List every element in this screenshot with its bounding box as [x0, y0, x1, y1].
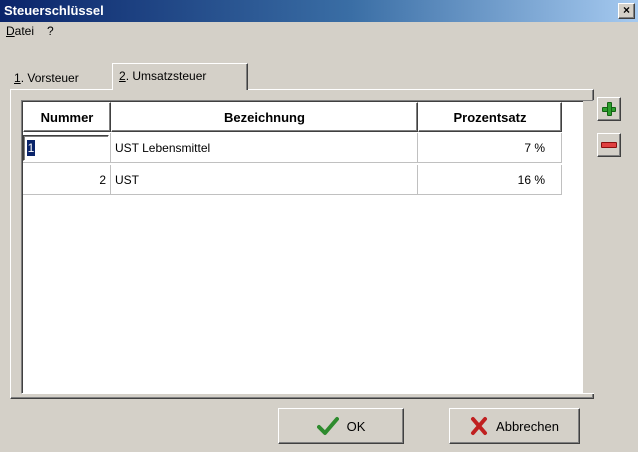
menu-help[interactable]: ? — [47, 24, 54, 38]
menu-datei[interactable]: Datei — [6, 24, 34, 38]
tab-vorsteuer[interactable]: 1. Vorsteuer — [10, 68, 114, 88]
menu-datei-mnemonic: D — [6, 24, 15, 38]
delete-row-button[interactable] — [597, 133, 621, 157]
ok-label: OK — [346, 418, 366, 434]
cancel-label: Abbrechen — [496, 418, 559, 434]
column-header-nummer[interactable]: Nummer — [23, 102, 111, 132]
cancel-button[interactable]: Abbrechen — [449, 408, 580, 444]
window-title: Steuerschlüssel — [4, 3, 104, 18]
close-icon: × — [622, 3, 630, 17]
tab-umsatzsteuer[interactable]: 2. Umsatzsteuer — [112, 63, 248, 90]
column-header-prozentsatz[interactable]: Prozentsatz — [418, 102, 562, 132]
check-icon — [316, 417, 339, 435]
cell-prozentsatz[interactable]: 7 % — [418, 133, 562, 163]
cell-bezeichnung[interactable]: UST Lebensmittel — [111, 133, 418, 163]
cell-nummer[interactable]: 1 — [23, 133, 111, 163]
plus-icon-vertical — [607, 102, 612, 116]
menu-bar: Datei ? — [0, 22, 638, 42]
minus-icon — [601, 142, 617, 148]
menu-help-label: ? — [47, 24, 54, 38]
dialog-window: Steuerschlüssel × Datei ? 1. Vorsteuer 2… — [0, 0, 638, 452]
table-right-gutter — [583, 101, 595, 393]
nummer-edit-field[interactable]: 1 — [23, 135, 109, 161]
tax-key-table[interactable]: Nummer Bezeichnung Prozentsatz 1 UST Leb… — [21, 100, 595, 394]
title-bar: Steuerschlüssel × — [0, 0, 638, 22]
ok-button[interactable]: OK — [278, 408, 404, 444]
cell-prozentsatz[interactable]: 16 % — [418, 165, 562, 195]
cell-nummer[interactable]: 2 — [23, 165, 111, 195]
selected-text: 1 — [27, 140, 35, 156]
add-row-button[interactable] — [597, 97, 621, 121]
cell-bezeichnung[interactable]: UST — [111, 165, 418, 195]
tab-vorsteuer-label: . Vorsteuer — [20, 71, 79, 85]
column-header-bezeichnung[interactable]: Bezeichnung — [111, 102, 418, 132]
tab-vorsteuer-number: 1 — [14, 71, 21, 85]
close-button[interactable]: × — [618, 3, 635, 19]
x-icon — [471, 417, 488, 435]
tab-umsatzsteuer-number: 2 — [119, 69, 126, 83]
menu-datei-rest: atei — [14, 24, 35, 38]
tab-umsatzsteuer-label: . Umsatzsteuer — [125, 69, 207, 83]
